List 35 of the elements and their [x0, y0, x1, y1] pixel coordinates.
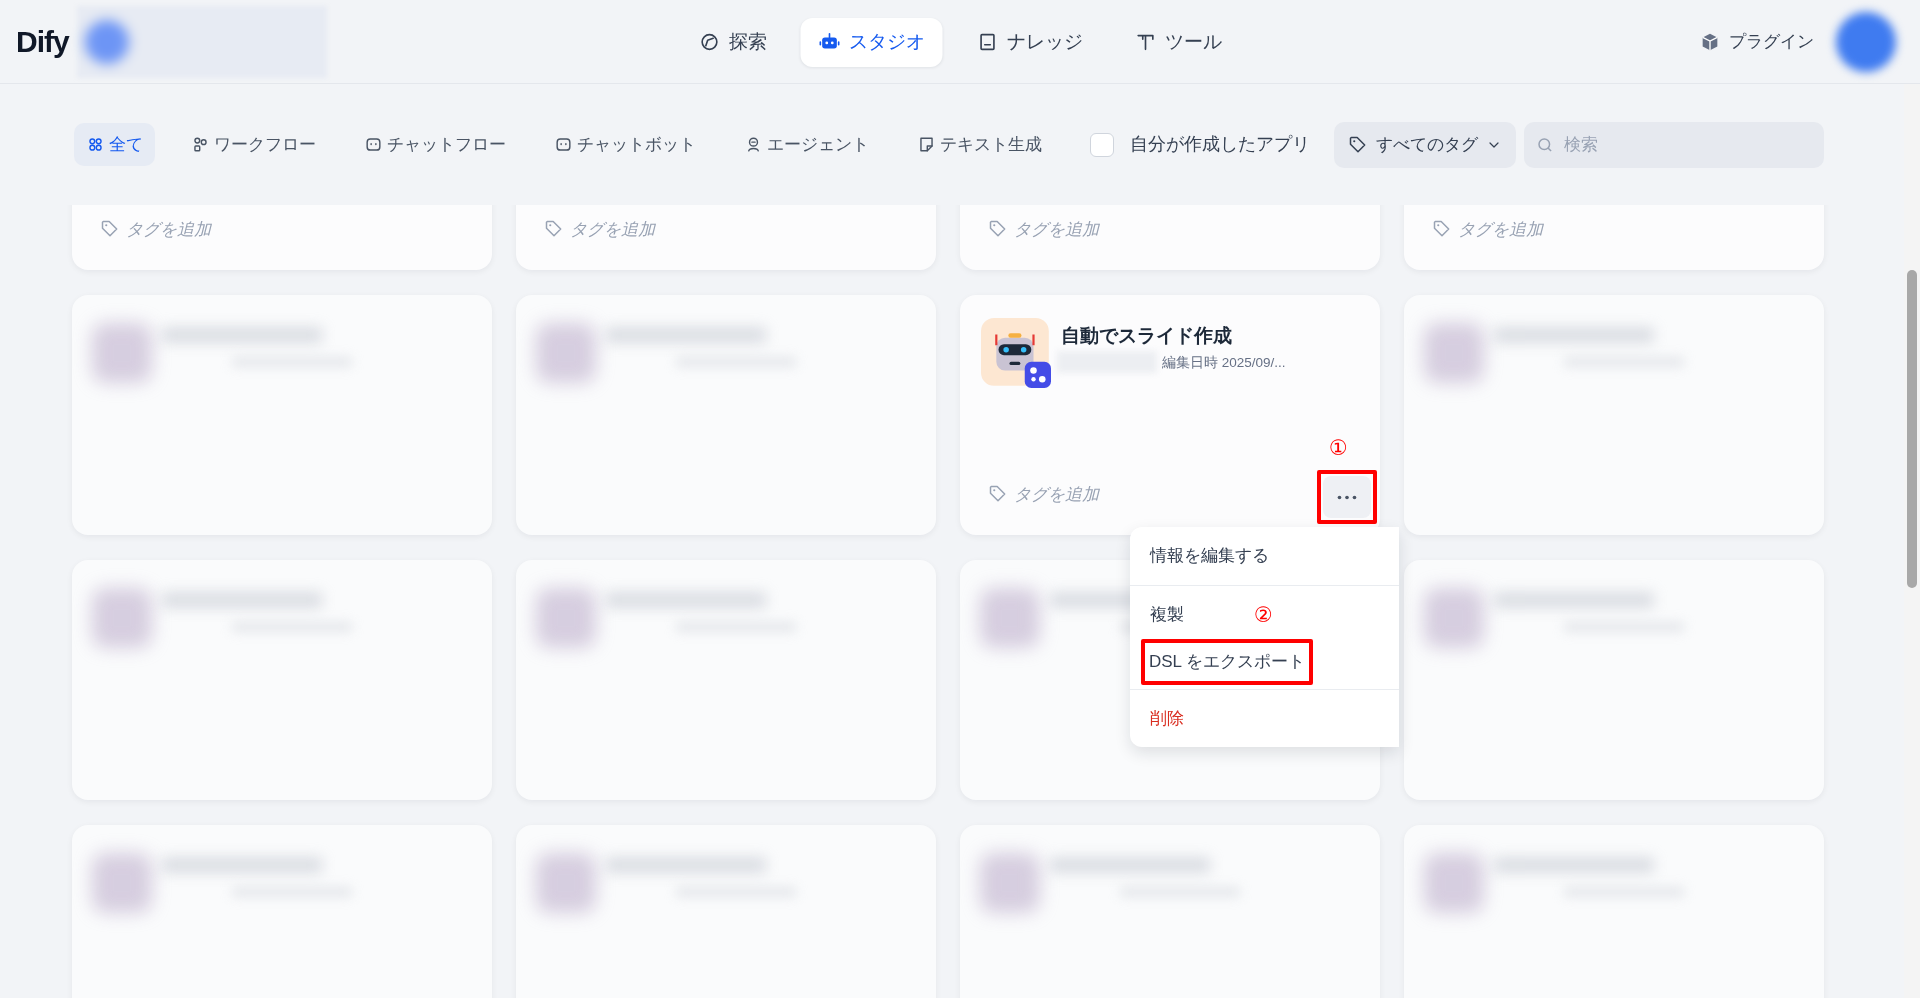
menu-item[interactable]: DSL をエクスポート — [1145, 643, 1310, 681]
menu-item[interactable]: 削除 — [1130, 693, 1399, 743]
checkbox[interactable] — [1090, 132, 1114, 157]
search-input[interactable]: 検索 — [1562, 130, 1812, 159]
more-button[interactable] — [1323, 476, 1371, 518]
avatar[interactable] — [1836, 11, 1896, 72]
tag-icon — [1348, 134, 1368, 155]
menu-item[interactable]: 複製 — [1130, 589, 1204, 639]
nodes-icon — [191, 135, 210, 154]
annotation-number: ② — [1254, 601, 1273, 628]
chat-icon — [554, 135, 573, 154]
robot-app-icon — [981, 318, 1051, 388]
nav-tab[interactable]: ナレッジ — [958, 18, 1101, 67]
filter-tab[interactable]: チャットボット — [542, 122, 708, 167]
ellipsis-icon — [1337, 494, 1357, 500]
filter-tab[interactable]: ワークフロー — [179, 122, 328, 167]
edited-time: 編集日時 2025/09/... — [1162, 354, 1286, 372]
filter-tab[interactable]: 全て — [74, 122, 155, 167]
search-field[interactable]: 検索 — [1524, 121, 1824, 168]
nav-tab[interactable]: 探索 — [680, 18, 785, 67]
filter-tab[interactable]: チャットフロー — [352, 122, 518, 167]
logo[interactable]: Dify — [16, 19, 69, 64]
nav-tab[interactable]: ツール — [1116, 18, 1240, 67]
grid-icon — [86, 135, 105, 154]
filter-tab[interactable]: エージェント — [732, 122, 881, 167]
menu-item[interactable]: 情報を編集する — [1130, 531, 1399, 581]
tag-dropdown[interactable]: すべてのタグ — [1334, 121, 1516, 168]
annotation-number: ① — [1329, 437, 1348, 458]
checkbox-label: 自分が作成したアプリ — [1130, 133, 1310, 156]
note-icon — [917, 135, 936, 154]
chat-icon — [364, 135, 383, 154]
filter-tab[interactable]: テキスト生成 — [905, 122, 1054, 167]
app-title: 自動でスライド作成 — [1061, 324, 1232, 348]
plugins-button[interactable]: プラグイン — [1693, 27, 1820, 56]
nav-tab[interactable]: スタジオ — [800, 18, 943, 67]
